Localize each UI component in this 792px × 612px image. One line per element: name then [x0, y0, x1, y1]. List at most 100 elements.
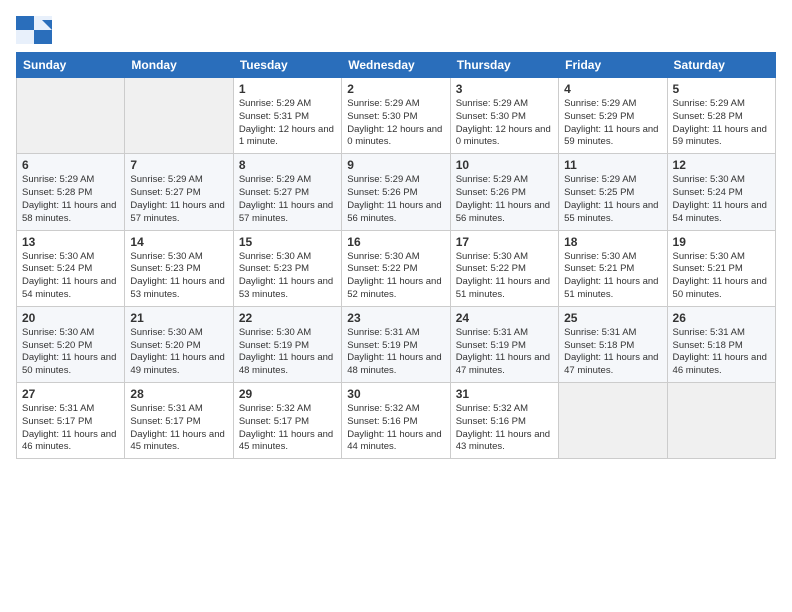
calendar-cell: 11 Sunrise: 5:29 AMSunset: 5:25 PMDayligh…	[559, 154, 667, 230]
cell-info: Sunrise: 5:29 AMSunset: 5:29 PMDaylight:…	[564, 98, 661, 149]
day-number: 11	[564, 158, 661, 172]
day-number: 28	[130, 387, 227, 401]
calendar-cell: 25 Sunrise: 5:31 AMSunset: 5:18 PMDayligh…	[559, 306, 667, 382]
calendar-table: SundayMondayTuesdayWednesdayThursdayFrid…	[16, 52, 776, 459]
calendar-cell: 7 Sunrise: 5:29 AMSunset: 5:27 PMDaylight…	[125, 154, 233, 230]
day-number: 13	[22, 235, 119, 249]
day-number: 27	[22, 387, 119, 401]
cell-info: Sunrise: 5:29 AMSunset: 5:26 PMDaylight:…	[456, 174, 553, 225]
calendar-cell: 8Sunrise: 5:29 AMSunset: 5:27 PMDaylight…	[233, 154, 341, 230]
calendar-week-row: 27 Sunrise: 5:31 AMSunset: 5:17 PMDayligh…	[17, 383, 776, 459]
weekday-header: Saturday	[667, 53, 775, 78]
day-number: 30	[347, 387, 444, 401]
cell-info: Sunrise: 5:30 AMSunset: 5:21 PMDaylight:…	[564, 251, 661, 302]
calendar-cell: 12 Sunrise: 5:30 AMSunset: 5:24 PMDayligh…	[667, 154, 775, 230]
day-number: 5	[673, 82, 770, 96]
calendar-cell: 13Sunrise: 5:30 AMSunset: 5:24 PMDayligh…	[17, 230, 125, 306]
day-number: 3	[456, 82, 553, 96]
weekday-header: Monday	[125, 53, 233, 78]
cell-info: Sunrise: 5:30 AMSunset: 5:19 PMDaylight:…	[239, 327, 336, 378]
cell-info: Sunrise: 5:31 AMSunset: 5:19 PMDaylight:…	[347, 327, 444, 378]
weekday-header: Friday	[559, 53, 667, 78]
calendar-cell: 22 Sunrise: 5:30 AMSunset: 5:19 PMDayligh…	[233, 306, 341, 382]
cell-info: Sunrise: 5:30 AMSunset: 5:23 PMDaylight:…	[130, 251, 227, 302]
calendar-cell: 28 Sunrise: 5:31 AMSunset: 5:17 PMDayligh…	[125, 383, 233, 459]
cell-info: Sunrise: 5:31 AMSunset: 5:18 PMDaylight:…	[564, 327, 661, 378]
day-number: 1	[239, 82, 336, 96]
calendar-cell: 29 Sunrise: 5:32 AMSunset: 5:17 PMDayligh…	[233, 383, 341, 459]
calendar-cell: 9Sunrise: 5:29 AMSunset: 5:26 PMDaylight…	[342, 154, 450, 230]
calendar-cell: 23 Sunrise: 5:31 AMSunset: 5:19 PMDayligh…	[342, 306, 450, 382]
calendar-cell: 2 Sunrise: 5:29 AMSunset: 5:30 PMDaylight…	[342, 78, 450, 154]
day-number: 15	[239, 235, 336, 249]
cell-info: Sunrise: 5:32 AMSunset: 5:16 PMDaylight:…	[347, 403, 444, 454]
cell-info: Sunrise: 5:30 AMSunset: 5:24 PMDaylight:…	[673, 174, 770, 225]
cell-info: Sunrise: 5:31 AMSunset: 5:18 PMDaylight:…	[673, 327, 770, 378]
cell-info: Sunrise: 5:32 AMSunset: 5:17 PMDaylight:…	[239, 403, 336, 454]
day-number: 21	[130, 311, 227, 325]
cell-info: Sunrise: 5:30 AMSunset: 5:20 PMDaylight:…	[22, 327, 119, 378]
calendar-cell: 27Sunrise: 5:31 AMSunset: 5:17 PMDayligh…	[17, 383, 125, 459]
calendar-cell: 17 Sunrise: 5:30 AMSunset: 5:22 PMDayligh…	[450, 230, 558, 306]
cell-info: Sunrise: 5:29 AMSunset: 5:30 PMDaylight:…	[347, 98, 444, 149]
page-header	[16, 16, 776, 44]
calendar-cell	[125, 78, 233, 154]
cell-info: Sunrise: 5:31 AMSunset: 5:19 PMDaylight:…	[456, 327, 553, 378]
day-number: 23	[347, 311, 444, 325]
day-number: 24	[456, 311, 553, 325]
day-number: 19	[673, 235, 770, 249]
calendar-cell: 14 Sunrise: 5:30 AMSunset: 5:23 PMDayligh…	[125, 230, 233, 306]
day-number: 29	[239, 387, 336, 401]
calendar-cell: 30 Sunrise: 5:32 AMSunset: 5:16 PMDayligh…	[342, 383, 450, 459]
logo	[16, 16, 56, 44]
weekday-header: Tuesday	[233, 53, 341, 78]
calendar-cell: 1 Sunrise: 5:29 AMSunset: 5:31 PMDaylight…	[233, 78, 341, 154]
calendar-cell: 24 Sunrise: 5:31 AMSunset: 5:19 PMDayligh…	[450, 306, 558, 382]
cell-info: Sunrise: 5:29 AMSunset: 5:28 PMDaylight:…	[22, 174, 119, 225]
day-number: 22	[239, 311, 336, 325]
weekday-header: Thursday	[450, 53, 558, 78]
calendar-cell: 26 Sunrise: 5:31 AMSunset: 5:18 PMDayligh…	[667, 306, 775, 382]
day-number: 7	[130, 158, 227, 172]
cell-info: Sunrise: 5:29 AMSunset: 5:28 PMDaylight:…	[673, 98, 770, 149]
calendar-cell: 20 Sunrise: 5:30 AMSunset: 5:20 PMDayligh…	[17, 306, 125, 382]
calendar-cell: 15 Sunrise: 5:30 AMSunset: 5:23 PMDayligh…	[233, 230, 341, 306]
calendar-week-row: 6Sunrise: 5:29 AMSunset: 5:28 PMDaylight…	[17, 154, 776, 230]
cell-info: Sunrise: 5:32 AMSunset: 5:16 PMDaylight:…	[456, 403, 553, 454]
calendar-cell	[559, 383, 667, 459]
cell-info: Sunrise: 5:30 AMSunset: 5:22 PMDaylight:…	[456, 251, 553, 302]
day-number: 12	[673, 158, 770, 172]
calendar-cell	[17, 78, 125, 154]
cell-info: Sunrise: 5:29 AMSunset: 5:25 PMDaylight:…	[564, 174, 661, 225]
logo-icon	[16, 16, 52, 44]
cell-info: Sunrise: 5:30 AMSunset: 5:23 PMDaylight:…	[239, 251, 336, 302]
weekday-header: Wednesday	[342, 53, 450, 78]
day-number: 17	[456, 235, 553, 249]
calendar-cell: 16Sunrise: 5:30 AMSunset: 5:22 PMDayligh…	[342, 230, 450, 306]
calendar-cell: 21 Sunrise: 5:30 AMSunset: 5:20 PMDayligh…	[125, 306, 233, 382]
day-number: 4	[564, 82, 661, 96]
cell-info: Sunrise: 5:30 AMSunset: 5:21 PMDaylight:…	[673, 251, 770, 302]
calendar-week-row: 20 Sunrise: 5:30 AMSunset: 5:20 PMDayligh…	[17, 306, 776, 382]
calendar-cell: 4 Sunrise: 5:29 AMSunset: 5:29 PMDaylight…	[559, 78, 667, 154]
calendar-cell: 10 Sunrise: 5:29 AMSunset: 5:26 PMDayligh…	[450, 154, 558, 230]
weekday-header: Sunday	[17, 53, 125, 78]
cell-info: Sunrise: 5:29 AMSunset: 5:27 PMDaylight:…	[130, 174, 227, 225]
day-number: 16	[347, 235, 444, 249]
cell-info: Sunrise: 5:29 AMSunset: 5:27 PMDaylight:…	[239, 174, 336, 225]
cell-info: Sunrise: 5:29 AMSunset: 5:31 PMDaylight:…	[239, 98, 336, 149]
cell-info: Sunrise: 5:30 AMSunset: 5:20 PMDaylight:…	[130, 327, 227, 378]
cell-info: Sunrise: 5:31 AMSunset: 5:17 PMDaylight:…	[130, 403, 227, 454]
day-number: 25	[564, 311, 661, 325]
day-number: 10	[456, 158, 553, 172]
day-number: 18	[564, 235, 661, 249]
calendar-cell: 3Sunrise: 5:29 AMSunset: 5:30 PMDaylight…	[450, 78, 558, 154]
cell-info: Sunrise: 5:29 AMSunset: 5:26 PMDaylight:…	[347, 174, 444, 225]
day-number: 20	[22, 311, 119, 325]
calendar-cell: 18 Sunrise: 5:30 AMSunset: 5:21 PMDayligh…	[559, 230, 667, 306]
day-number: 14	[130, 235, 227, 249]
day-number: 2	[347, 82, 444, 96]
calendar-cell: 19 Sunrise: 5:30 AMSunset: 5:21 PMDayligh…	[667, 230, 775, 306]
weekday-header-row: SundayMondayTuesdayWednesdayThursdayFrid…	[17, 53, 776, 78]
day-number: 26	[673, 311, 770, 325]
